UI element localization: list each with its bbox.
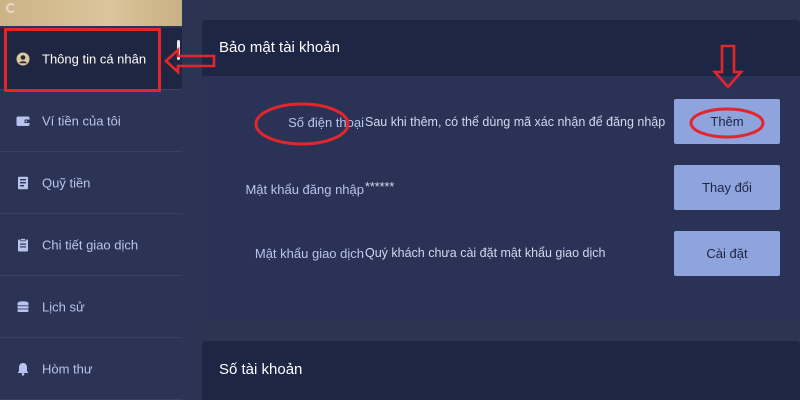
account-number-card: Số tài khoản xyxy=(202,341,800,400)
sidebar-item-label: Thông tin cá nhân xyxy=(42,51,147,66)
phone-number-description: Sau khi thêm, có thể dùng mã xác nhận để… xyxy=(365,115,666,129)
transaction-password-label: Mật khẩu giao dịch xyxy=(254,246,364,261)
sidebar-item-wallet[interactable]: Ví tiền của tôi xyxy=(0,90,182,152)
bell-icon xyxy=(17,362,29,376)
card-header: Bảo mật tài khoản xyxy=(202,20,800,76)
sidebar-item-mailbox[interactable]: Hòm thư xyxy=(0,338,182,400)
sidebar-item-label: Lịch sử xyxy=(42,299,85,314)
section-title: Bảo mật tài khoản xyxy=(219,39,340,56)
sidebar-item-fund[interactable]: Quỹ tiền xyxy=(0,152,182,214)
wallet-icon xyxy=(16,116,30,126)
user-icon xyxy=(16,52,30,65)
section-title: Số tài khoản xyxy=(219,361,303,378)
sidebar-item-label: Quỹ tiền xyxy=(42,175,91,190)
sidebar-item-transactions[interactable]: Chi tiết giao dịch xyxy=(0,214,182,276)
coin-stack-icon xyxy=(17,300,29,312)
phone-number-label: Số điện thoại xyxy=(288,115,364,130)
transaction-password-status: Quý khách chưa cài đặt mật khẩu giao dịc… xyxy=(365,246,606,260)
sidebar-item-personal-info[interactable]: Thông tin cá nhân xyxy=(0,28,182,90)
add-phone-button[interactable]: Thêm xyxy=(674,99,780,144)
banner-decoration xyxy=(6,3,16,13)
sidebar: Thông tin cá nhân Ví tiền của tôi Quỹ ti… xyxy=(0,0,182,400)
sidebar-banner xyxy=(0,0,182,26)
clipboard-icon xyxy=(18,237,28,251)
login-password-value: ****** xyxy=(365,180,395,194)
sidebar-item-label: Chi tiết giao dịch xyxy=(42,237,139,252)
scroll-indicator xyxy=(177,40,180,60)
account-security-card: Bảo mật tài khoản Số điện thoại Sau khi … xyxy=(202,20,800,320)
login-password-label: Mật khẩu đăng nhập xyxy=(245,182,364,197)
fund-icon xyxy=(18,176,28,189)
sidebar-item-history[interactable]: Lịch sử xyxy=(0,276,182,338)
change-password-button[interactable]: Thay đổi xyxy=(674,165,780,210)
sidebar-item-label: Ví tiền của tôi xyxy=(42,113,121,128)
sidebar-item-label: Hòm thư xyxy=(42,361,93,376)
setup-transaction-password-button[interactable]: Cài đặt xyxy=(674,231,780,276)
